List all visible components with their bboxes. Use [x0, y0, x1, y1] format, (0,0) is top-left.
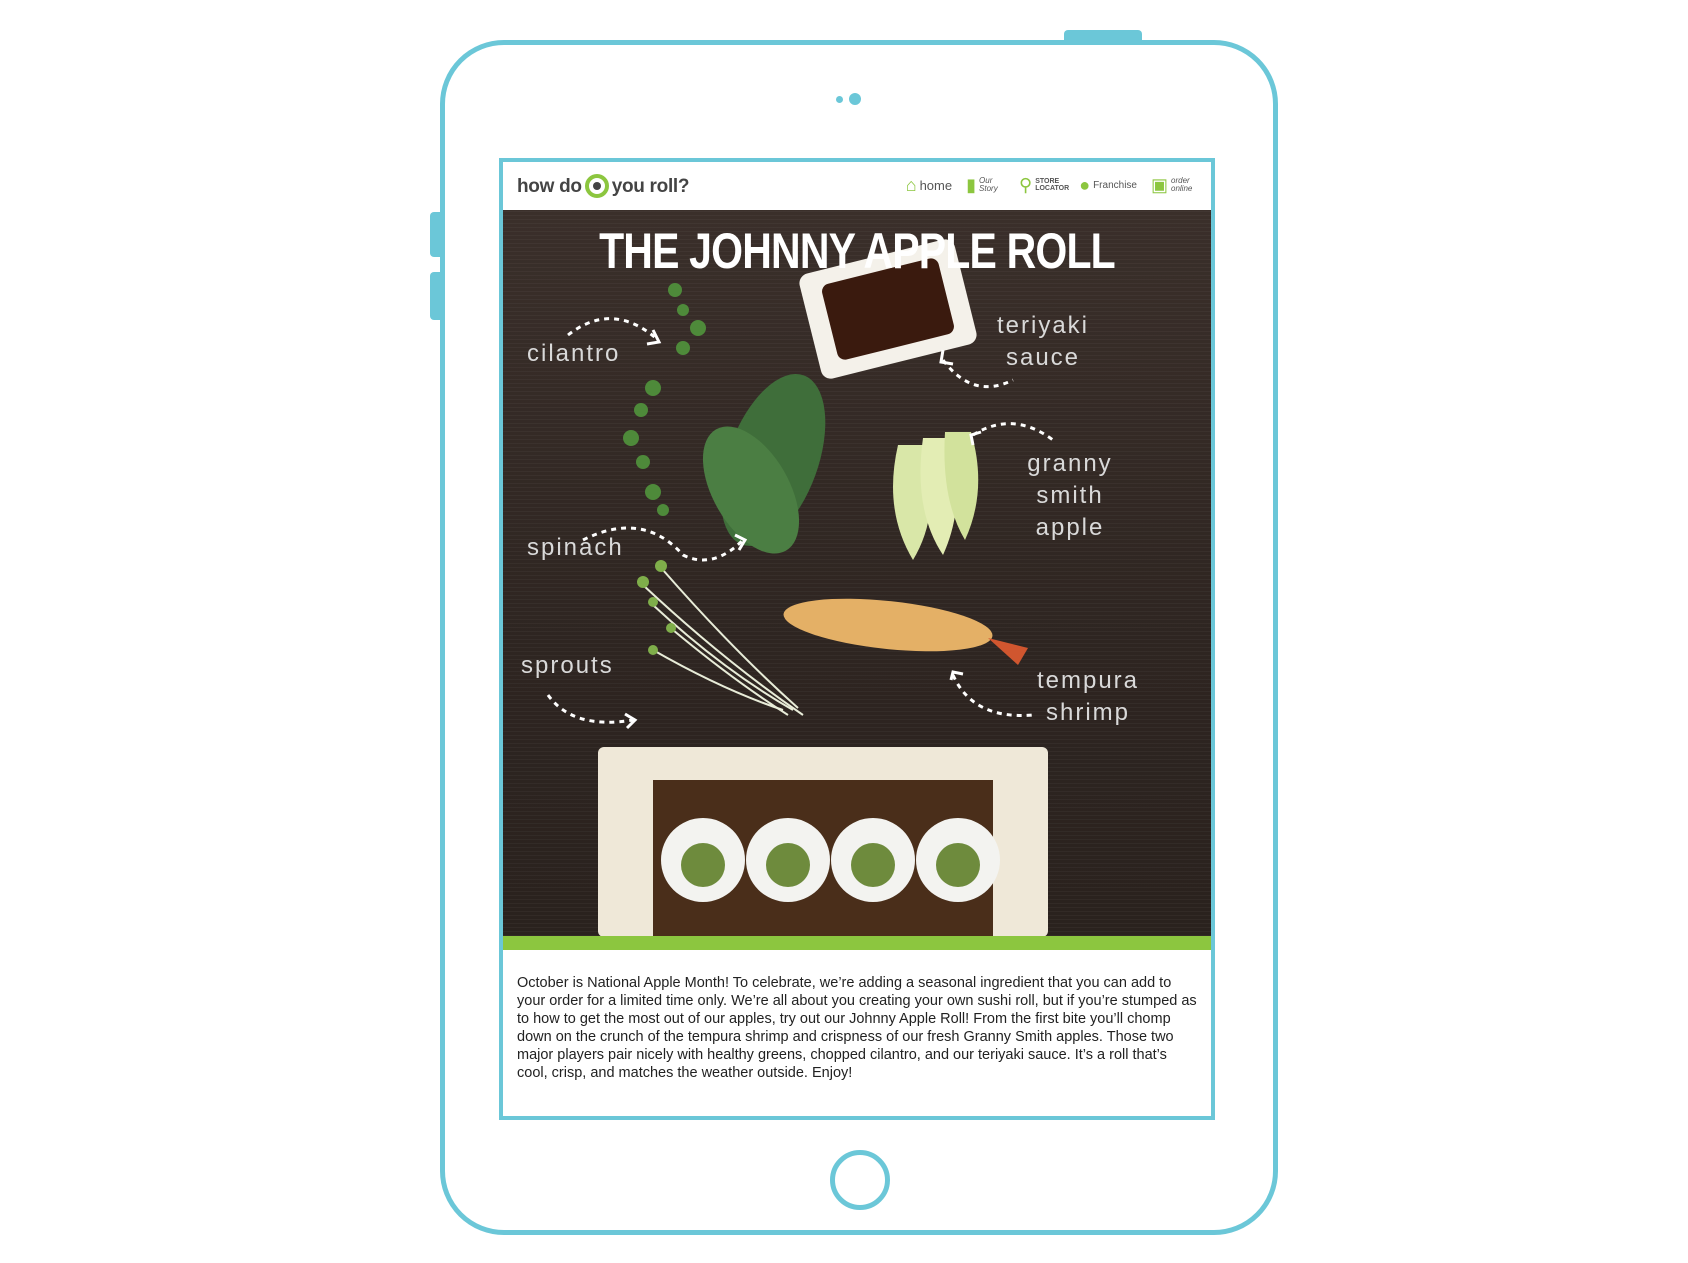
people-icon: ● — [1079, 175, 1091, 195]
tablet-screen: how do you roll? ⌂ home ▮ Our Story ⚲ STO… — [499, 158, 1215, 1120]
main-nav: ⌂ home ▮ Our Story ⚲ STORE LOCATOR ● Fra… — [906, 176, 1197, 194]
logo-text-1: how do — [517, 176, 582, 197]
monitor-icon: ▣ — [1150, 175, 1168, 195]
sushi-roll-plate-icon — [598, 747, 1048, 936]
nav-store-locator[interactable]: ⚲ STORE LOCATOR — [1019, 175, 1070, 195]
power-button — [1064, 30, 1142, 40]
volume-down-button — [430, 272, 440, 320]
nav-our-story[interactable]: ▮ Our Story — [966, 176, 1005, 194]
nav-home-label: home — [919, 177, 953, 193]
hero-title: THE JOHNNY APPLE ROLL — [599, 223, 1116, 279]
site-logo[interactable]: how do you roll? — [517, 174, 690, 198]
hero-image: THE JOHNNY APPLE ROLL cilantro teriyaki … — [503, 210, 1211, 936]
volume-up-button — [430, 212, 440, 257]
house-icon: ⌂ — [905, 175, 917, 195]
divider-bar — [503, 936, 1211, 950]
home-button[interactable] — [830, 1150, 890, 1210]
nav-home[interactable]: ⌂ home — [906, 176, 952, 194]
tempura-shrimp-icon — [783, 598, 1028, 665]
site-header: how do you roll? ⌂ home ▮ Our Story ⚲ STO… — [503, 162, 1211, 210]
label-sprouts: sprouts — [521, 652, 614, 679]
book-icon: ▮ — [966, 175, 977, 195]
nav-our-story-label: Our Story — [979, 176, 998, 193]
sprouts-icon — [642, 569, 804, 716]
nav-order-online-label: order online — [1171, 176, 1193, 193]
hero-illustration — [546, 239, 1054, 936]
label-granny-smith-apple: granny smith apple — [1027, 450, 1113, 541]
logo-text-2: you roll? — [611, 176, 690, 197]
label-spinach: spinach — [527, 534, 624, 561]
cilantro-icon — [623, 283, 706, 516]
nav-franchise-label: Franchise — [1093, 179, 1137, 191]
map-pin-icon: ⚲ — [1019, 175, 1033, 195]
label-tempura-shrimp: tempura shrimp — [1036, 667, 1140, 726]
nav-order-online[interactable]: ▣ order online — [1151, 176, 1197, 194]
nav-franchise[interactable]: ● Franchise — [1079, 176, 1137, 194]
label-cilantro: cilantro — [527, 340, 621, 367]
article-text: October is National Apple Month! To cele… — [517, 975, 1197, 1081]
nav-store-locator-label: STORE LOCATOR — [1035, 178, 1070, 192]
roll-logo-icon — [584, 174, 609, 198]
label-teriyaki-sauce: teriyaki sauce — [996, 312, 1090, 371]
apple-slices-icon — [893, 432, 979, 560]
